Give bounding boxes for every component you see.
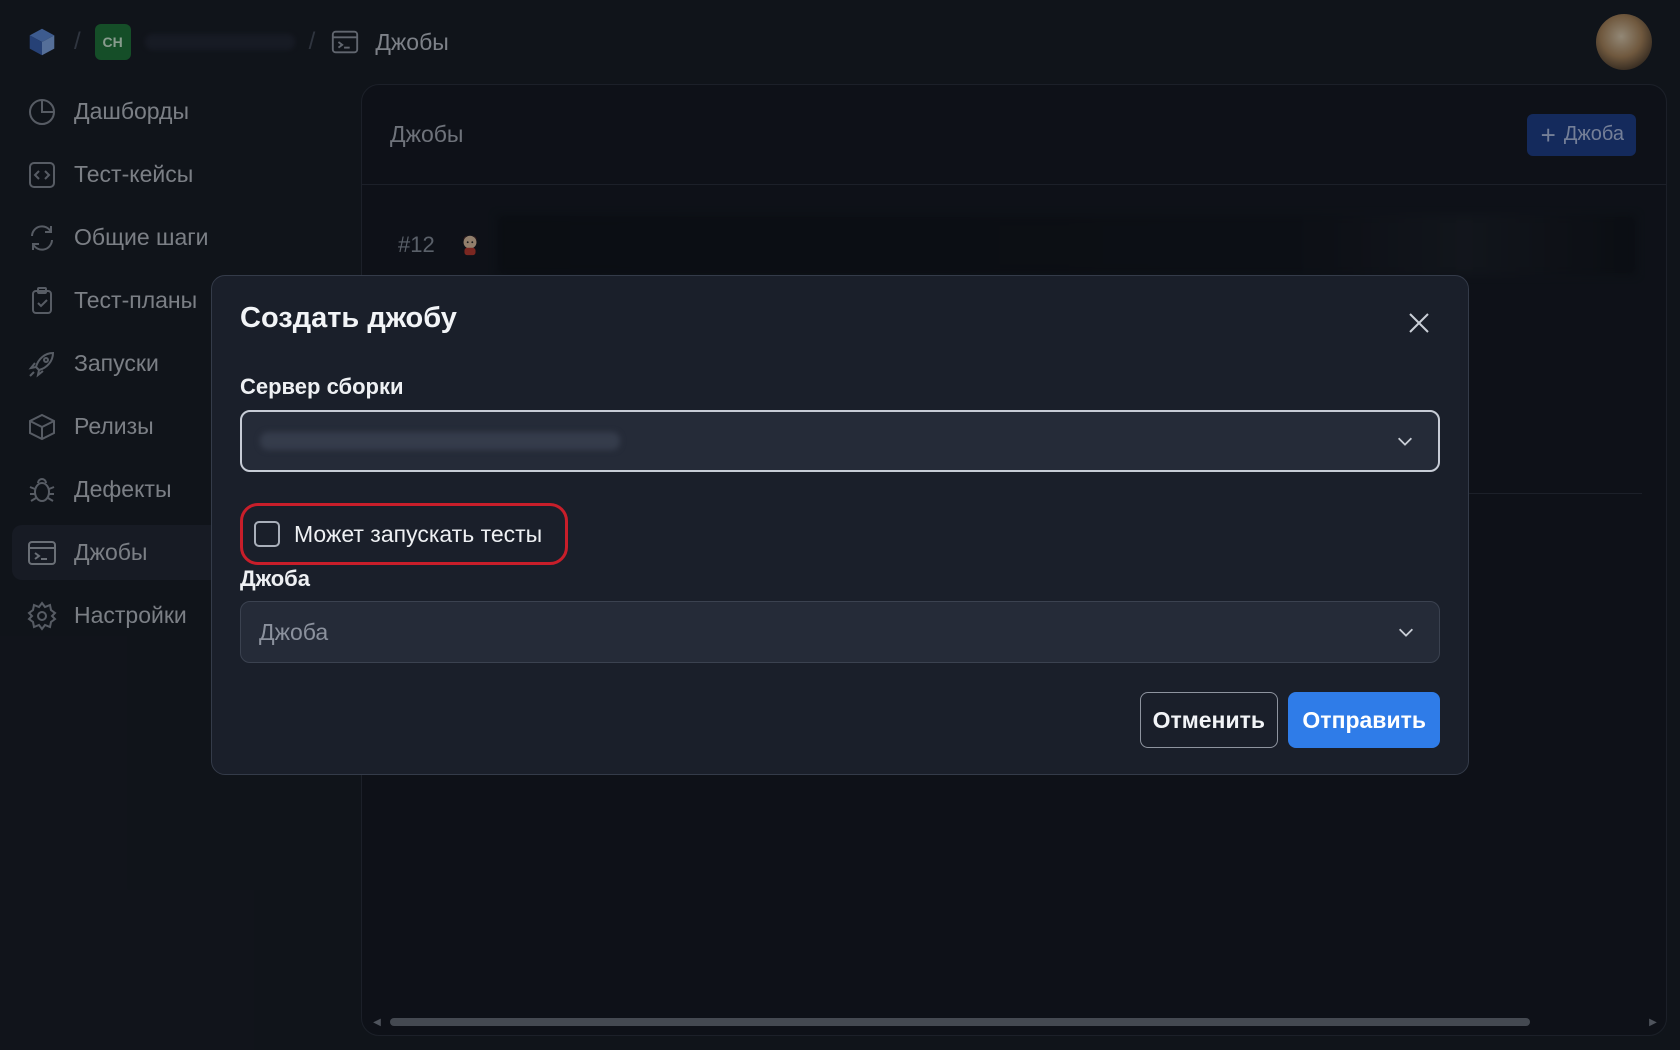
job-select-placeholder: Джоба xyxy=(259,618,329,645)
close-button[interactable] xyxy=(1406,310,1432,336)
job-field-label: Джоба xyxy=(240,566,310,591)
cancel-button[interactable]: Отменить xyxy=(1139,692,1278,748)
chevron-down-icon xyxy=(1395,621,1417,643)
chevron-down-icon xyxy=(1394,430,1416,452)
submit-button[interactable]: Отправить xyxy=(1288,692,1440,748)
create-job-dialog: Создать джобу Сервер сборки Может запуск… xyxy=(211,275,1469,775)
can-run-tests-checkbox[interactable] xyxy=(254,521,280,547)
selected-server-redacted xyxy=(260,432,620,450)
can-run-tests-option[interactable]: Может запускать тесты xyxy=(240,503,568,565)
close-icon xyxy=(1409,313,1429,333)
build-server-select[interactable] xyxy=(240,410,1440,472)
job-select[interactable]: Джоба xyxy=(240,601,1440,663)
dialog-title: Создать джобу xyxy=(240,302,457,334)
server-field-label: Сервер сборки xyxy=(240,374,404,399)
checkbox-label[interactable]: Может запускать тесты xyxy=(294,521,542,548)
